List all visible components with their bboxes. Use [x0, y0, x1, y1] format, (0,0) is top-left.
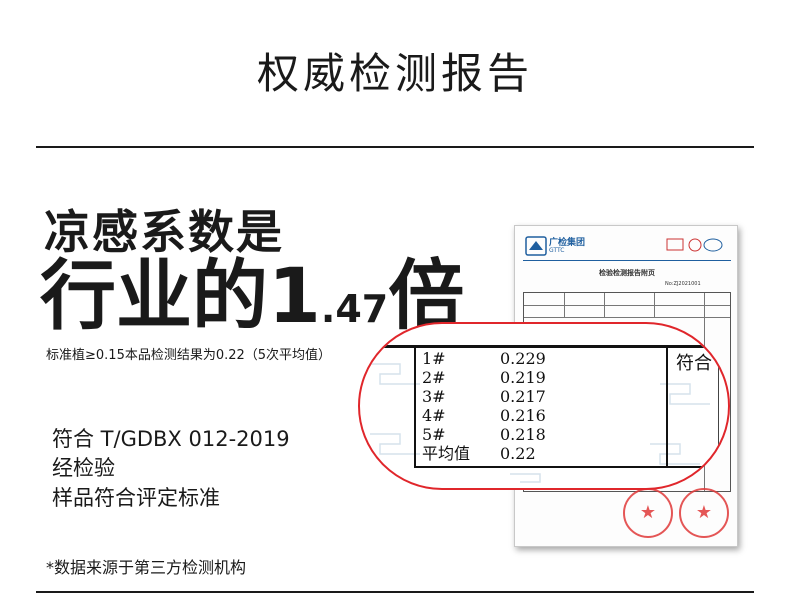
sample-id: 1#	[422, 349, 446, 368]
report-header-line	[523, 260, 731, 261]
table-row: 1# 0.229	[422, 351, 546, 367]
standard-note: 标准植≥0.15本品检测结果为0.22（5次平均值）	[46, 348, 332, 363]
sample-value: 0.216	[500, 406, 546, 425]
sample-value: 0.22	[500, 444, 536, 463]
seal-right: ★	[679, 488, 729, 538]
certification-marks-icon	[665, 236, 725, 256]
standard-line-1: 符合 T/GDBX 012-2019	[52, 427, 290, 451]
sample-value: 0.229	[500, 349, 546, 368]
sample-id: 平均值	[422, 444, 471, 463]
grid-line	[524, 317, 730, 318]
seal-left: ★	[623, 488, 673, 538]
results-magnifier: 1# 0.229 2# 0.219 3# 0.217 4# 0.216 5# 0.218 …	[358, 322, 730, 490]
headline-line-2: 行业的1.47倍	[40, 258, 464, 334]
grid-line	[604, 293, 605, 317]
table-row: 3# 0.217	[422, 389, 546, 405]
logo-icon	[525, 236, 547, 256]
sample-value: 0.217	[500, 387, 546, 406]
sample-value: 0.218	[500, 425, 546, 444]
page-title: 权威检测报告	[256, 49, 533, 98]
star-icon: ★	[695, 502, 713, 523]
verdict: 符合	[676, 353, 712, 374]
report-logo-sub: GTTC	[549, 247, 565, 254]
table-border-bottom	[414, 466, 719, 468]
report-number: No:ZJ2021001	[665, 281, 701, 287]
table-row: 平均值 0.22	[422, 446, 536, 462]
table-border-middle	[666, 345, 668, 468]
table-row: 4# 0.216	[422, 408, 546, 424]
standard-line-3: 样品符合评定标准	[52, 486, 220, 510]
table-border-right	[718, 345, 719, 468]
sample-id: 4#	[422, 406, 446, 425]
report-title: 检验检测报告附页	[599, 269, 655, 277]
headline-main: 行业的1	[40, 251, 321, 340]
table-border-left	[414, 345, 416, 468]
sample-value: 0.219	[500, 368, 546, 387]
table-row: 2# 0.219	[422, 370, 546, 386]
table-row: 5# 0.218	[422, 427, 546, 443]
sample-id: 2#	[422, 368, 446, 387]
grid-line	[654, 293, 655, 317]
footnote: *数据来源于第三方检测机构	[46, 558, 247, 577]
bottom-divider	[36, 591, 754, 593]
sample-id: 3#	[422, 387, 446, 406]
top-divider	[36, 146, 754, 148]
standard-line-2: 经检验	[52, 456, 115, 480]
grid-line	[564, 293, 565, 317]
star-icon: ★	[639, 502, 657, 523]
grid-line	[524, 305, 730, 306]
sample-id: 5#	[422, 425, 446, 444]
